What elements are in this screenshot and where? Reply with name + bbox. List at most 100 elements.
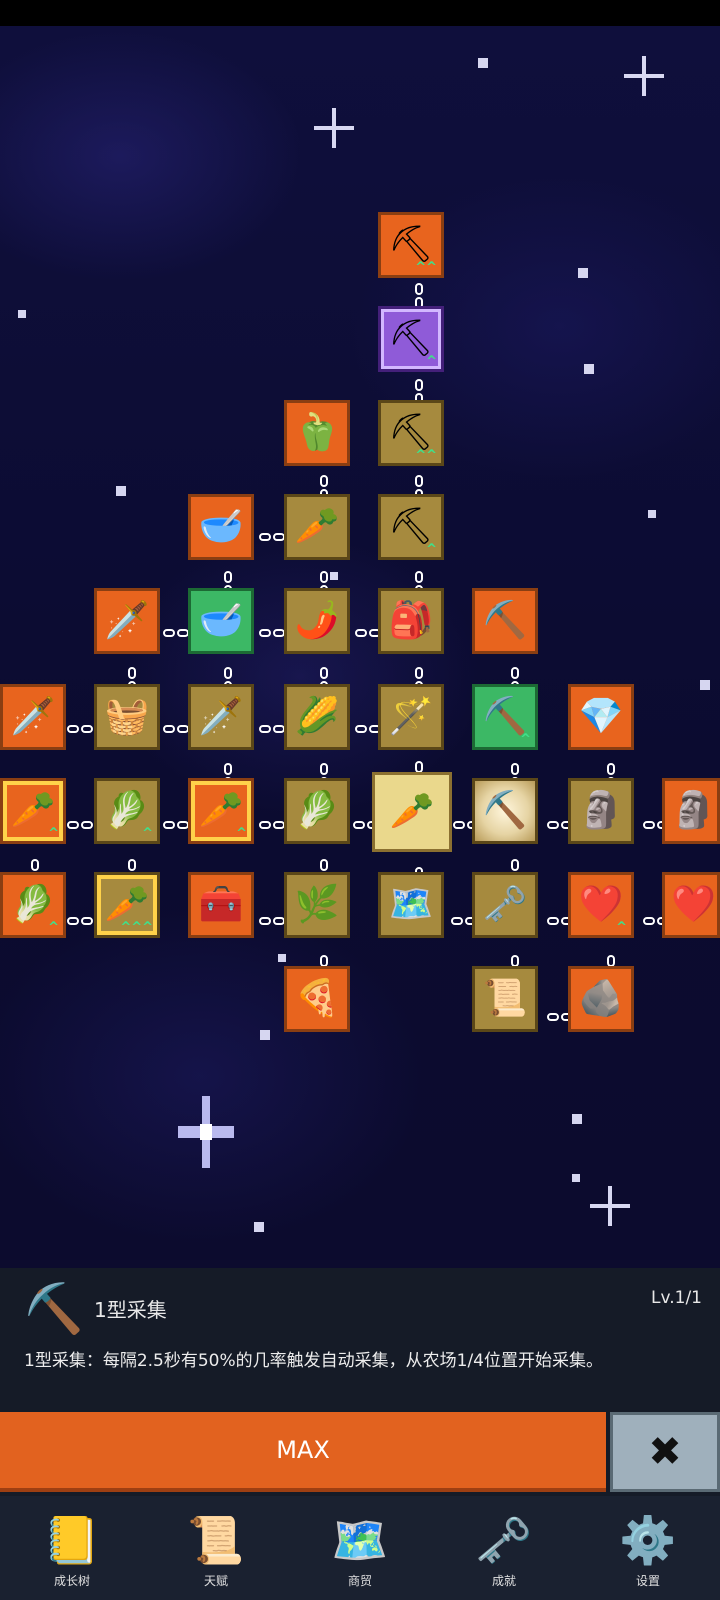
sack-icon: 🎒 xyxy=(388,600,434,641)
gear-icon: ⚙️ xyxy=(619,1513,677,1567)
skill-node-chili[interactable]: 🌶️ xyxy=(284,588,350,654)
skill-level: Lv.1/1 xyxy=(651,1288,702,1308)
skill-node-shovel[interactable]: ⛏ ^ xyxy=(378,306,444,372)
max-button[interactable]: MAX xyxy=(0,1412,606,1492)
skill-node-leek[interactable]: 🌿 xyxy=(284,872,350,938)
large-sparkle-star xyxy=(178,1096,234,1168)
upgrade-chevron-icon: ^ xyxy=(426,542,437,557)
carrot-icon: 🥕 xyxy=(10,790,56,831)
skill-node-pickaxe[interactable]: ⛏️ xyxy=(472,778,538,844)
heart-icon: ❤️ xyxy=(578,884,624,925)
connector xyxy=(66,915,94,929)
tab-label: 成长树 xyxy=(53,1574,90,1588)
staff-icon: 🪄 xyxy=(388,696,434,737)
upgrade-chevron-icon: ^ xyxy=(426,354,437,369)
skill-node-carrot[interactable]: 🥕 ^ xyxy=(188,778,254,844)
connector xyxy=(66,819,94,833)
connector xyxy=(162,627,190,641)
skill-node-ore[interactable]: 🪨 xyxy=(568,966,634,1032)
statue-icon: 🗿 xyxy=(578,790,624,831)
connector xyxy=(258,819,286,833)
status-bar xyxy=(0,0,720,26)
carrot-icon: 🥕 xyxy=(389,791,435,832)
upgrade-chevron-icon: ^ xyxy=(142,826,153,841)
pepper-icon: 🫑 xyxy=(294,412,340,453)
star xyxy=(584,364,594,374)
skill-node-bowl[interactable]: 🥣 xyxy=(188,588,254,654)
star xyxy=(18,310,26,318)
cabbage-icon: 🥬 xyxy=(10,884,56,925)
skill-node-crystal[interactable]: 💎 xyxy=(568,684,634,750)
skill-node-cabbage[interactable]: 🥬 ^ xyxy=(94,778,160,844)
sword-icon: 🗡️ xyxy=(104,600,150,641)
skill-node-shovel[interactable]: ⛏ ^ xyxy=(378,494,444,560)
skill-node-sword[interactable]: 🗡️ xyxy=(94,588,160,654)
scroll-icon: 📜 xyxy=(482,978,528,1019)
skill-node-chest[interactable]: 🧰 xyxy=(188,872,254,938)
star xyxy=(260,1030,270,1040)
basket-icon: 🧺 xyxy=(104,696,150,737)
skill-node-sack[interactable]: 🎒 xyxy=(378,588,444,654)
skill-node-key[interactable]: 🗝️ xyxy=(472,872,538,938)
skill-node-pizza[interactable]: 🍕 xyxy=(284,966,350,1032)
bowl-icon: 🥣 xyxy=(198,600,244,641)
skill-node-heart[interactable]: ❤️ ^ xyxy=(568,872,634,938)
close-icon: ✖ xyxy=(648,1429,682,1475)
star xyxy=(648,510,656,518)
statue-icon: 🗿 xyxy=(671,790,716,831)
tab-settings[interactable]: ⚙️ 设置 xyxy=(576,1496,720,1600)
star xyxy=(700,680,710,690)
skill-node-heart[interactable]: ❤️ xyxy=(662,872,720,938)
pizza-icon: 🍕 xyxy=(294,978,340,1019)
skill-node-sword[interactable]: 🗡️ xyxy=(188,684,254,750)
skill-node-scroll[interactable]: 📜 xyxy=(472,966,538,1032)
tab-label: 天赋 xyxy=(203,1574,228,1588)
skill-node-pickaxe[interactable]: ⛏️ xyxy=(472,588,538,654)
leek-icon: 🌿 xyxy=(294,884,340,925)
skill-node-statue[interactable]: 🗿 xyxy=(662,778,720,844)
star xyxy=(578,268,588,278)
skill-node-basket[interactable]: 🧺 xyxy=(94,684,160,750)
key-icon: 🗝️ xyxy=(482,884,528,925)
connector xyxy=(258,531,286,545)
connector xyxy=(66,723,94,737)
star xyxy=(478,58,488,68)
key-icon: 🗝️ xyxy=(475,1513,533,1567)
upgrade-chevron-icon: ^ xyxy=(48,826,59,841)
tab-talent[interactable]: 📜 天赋 xyxy=(144,1496,288,1600)
tab-trade[interactable]: 🗺️ 商贸 xyxy=(288,1496,432,1600)
upgrade-chevron-icon: ^^^ xyxy=(120,920,153,935)
star xyxy=(572,1114,582,1124)
tab-achievement[interactable]: 🗝️ 成就 xyxy=(432,1496,576,1600)
upgrade-chevron-icon: ^^ xyxy=(415,260,437,275)
skill-node-shovel[interactable]: ⛏ ^^ xyxy=(378,400,444,466)
connector xyxy=(162,723,190,737)
skill-node-carrot[interactable]: 🥕 ^^^ xyxy=(94,872,160,938)
skill-node-map[interactable]: 🗺️ xyxy=(378,872,444,938)
tab-growth-tree[interactable]: 📒 成长树 xyxy=(0,1496,144,1600)
close-button[interactable]: ✖ xyxy=(610,1412,720,1492)
skill-node-carrot[interactable]: 🥕 xyxy=(372,772,452,852)
skill-node-radish[interactable]: 🥕 xyxy=(284,494,350,560)
carrot-icon: 🥕 xyxy=(104,884,150,925)
connector xyxy=(258,627,286,641)
chili-icon: 🌶️ xyxy=(294,600,340,641)
skill-node-shovel[interactable]: ⛏ ^^ xyxy=(378,212,444,278)
skill-node-carrot[interactable]: 🥕 ^ xyxy=(0,778,66,844)
sparkle-star xyxy=(590,1186,630,1226)
corn-icon: 🌽 xyxy=(294,696,340,737)
skill-node-bowl[interactable]: 🥣 xyxy=(188,494,254,560)
skill-node-staff[interactable]: 🪄 xyxy=(378,684,444,750)
skill-node-sword[interactable]: 🗡️ xyxy=(0,684,66,750)
skill-node-pickaxe[interactable]: ⛏️ ^ xyxy=(472,684,538,750)
skill-node-cabbage[interactable]: 🥬 ^ xyxy=(0,872,66,938)
skill-node-statue[interactable]: 🗿 xyxy=(568,778,634,844)
skill-node-corn[interactable]: 🌽 xyxy=(284,684,350,750)
book-icon: 📒 xyxy=(43,1513,101,1567)
shovel-icon: ⛏ xyxy=(388,318,434,359)
skill-node-pepper[interactable]: 🫑 xyxy=(284,400,350,466)
skill-node-cabbage[interactable]: 🥬 xyxy=(284,778,350,844)
connector xyxy=(258,915,286,929)
star xyxy=(116,486,126,496)
scroll-icon: 📜 xyxy=(187,1513,245,1567)
